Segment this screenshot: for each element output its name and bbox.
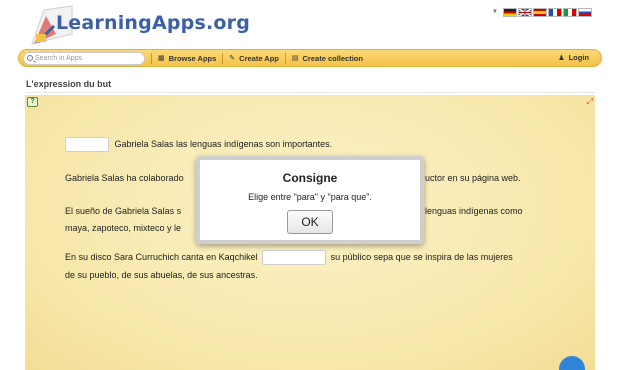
login-label: Login: [568, 53, 589, 62]
create-app-link[interactable]: ✎ Create App: [222, 52, 285, 64]
create-collection-link[interactable]: ▤ Create collection: [284, 52, 369, 64]
answer-blank-1[interactable]: [65, 137, 109, 152]
fullscreen-icon[interactable]: ⤢: [587, 97, 593, 107]
instruction-dialog: Consigne Elige entre "para" y "para que"…: [196, 156, 424, 244]
sentence-3-right: lenguas indígenas como: [425, 206, 523, 216]
sentence-1-text: Gabriela Salas las lenguas indígenas son…: [114, 138, 333, 149]
search-input[interactable]: Search in Apps: [23, 52, 145, 65]
search-icon: [27, 55, 33, 61]
ok-button[interactable]: OK: [287, 210, 333, 234]
flag-it-icon[interactable]: [563, 7, 577, 17]
browse-apps-label: Browse Apps: [168, 53, 217, 63]
answer-blank-5[interactable]: [262, 250, 327, 265]
sentence-3-left: El sueño de Gabriela Salas s: [65, 206, 182, 216]
logo[interactable]: LearningApps.org: [26, 0, 250, 50]
grid-icon: ▦: [158, 55, 165, 62]
help-icon[interactable]: ?: [27, 97, 38, 107]
dialog-title: Consigne: [282, 171, 338, 185]
create-collection-label: Create collection: [302, 53, 363, 63]
sentence-5-right: su público sepa que se inspira de las mu…: [330, 251, 513, 262]
create-app-label: Create App: [239, 53, 279, 63]
collection-icon: ▤: [291, 55, 299, 62]
flag-fr-icon[interactable]: [548, 7, 562, 17]
browse-apps-link[interactable]: ▦ Browse Apps: [151, 52, 222, 64]
divider: [26, 92, 594, 93]
search-placeholder: Search in Apps: [35, 55, 83, 62]
caret-down-icon[interactable]: ▼: [492, 9, 498, 15]
navigation-bar: Search in Apps ▦ Browse Apps ✎ Create Ap…: [18, 49, 602, 67]
floating-action-button[interactable]: [559, 356, 585, 370]
flag-ru-icon[interactable]: [578, 7, 592, 17]
user-icon: ♟: [558, 54, 565, 62]
sentence-5-left: En su disco Sara Curruchich canta en Kaq…: [65, 251, 258, 262]
language-selector[interactable]: ▼: [492, 7, 592, 17]
sentence-2-left: Gabriela Salas ha colaborado: [65, 173, 184, 183]
sentence-1: Gabriela Salas las lenguas indígenas son…: [65, 137, 332, 152]
dialog-message: Elige entre "para" y "para que".: [248, 192, 372, 202]
login-button[interactable]: ♟ Login: [558, 53, 589, 62]
sentence-5: En su disco Sara Curruchich canta en Kaq…: [65, 250, 513, 265]
pencil-icon: ✎: [229, 55, 236, 62]
sentence-4-left: maya, zapoteco, mixteco y le: [65, 223, 182, 233]
flag-es-icon[interactable]: [533, 7, 547, 17]
sentence-6-text: de su pueblo, de sus abuelas, de sus anc…: [65, 270, 258, 280]
logo-text: LearningApps.org: [56, 12, 251, 34]
flag-en-icon[interactable]: [518, 7, 532, 17]
page-title: L'expression du but: [26, 79, 112, 89]
flag-de-icon[interactable]: [503, 7, 517, 17]
sentence-2-right: uctor en su página web.: [425, 173, 521, 183]
nav-menu: ▦ Browse Apps ✎ Create App ▤ Create coll…: [151, 50, 369, 66]
